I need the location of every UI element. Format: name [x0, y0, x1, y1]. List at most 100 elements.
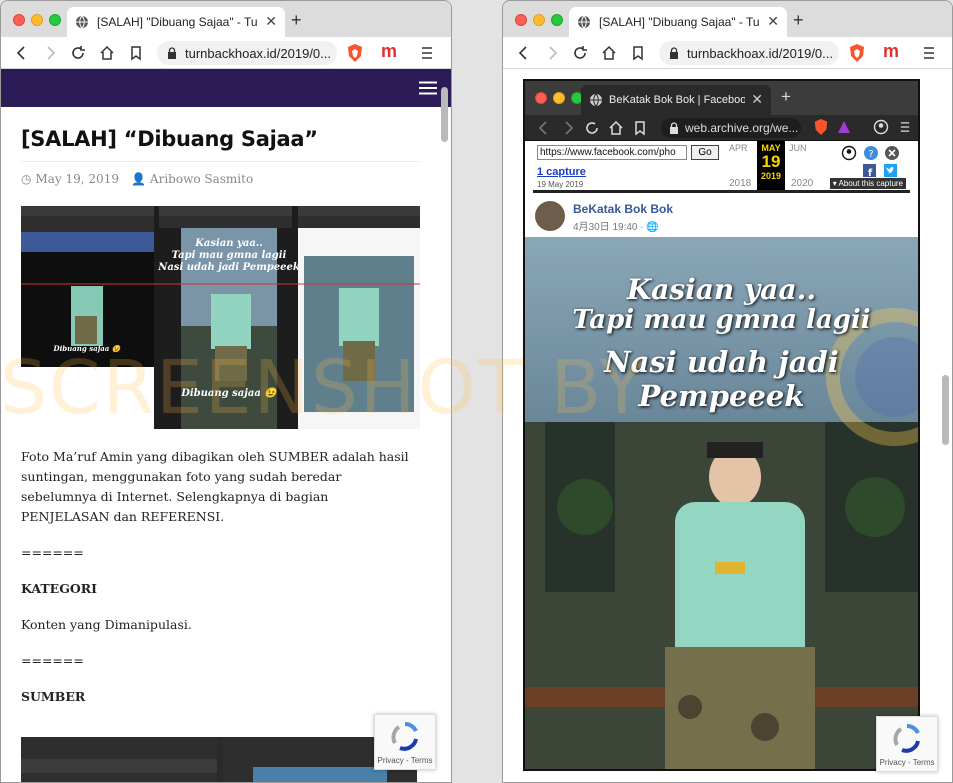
- article-paragraph: Foto Ma’ruf Amin yang dibagikan oleh SUM…: [21, 449, 409, 524]
- facebook-post-date: 4月30日 19:40 · 🌐: [573, 218, 659, 233]
- menu-icon: [900, 122, 910, 132]
- inner-tab-bar: BeKatak Bok Bok | Facebook ✕ +: [525, 81, 918, 115]
- address-bar[interactable]: turnbackhoax.id/2019/0...: [157, 41, 337, 65]
- brave-shield-icon: [814, 119, 828, 135]
- globe-icon: [76, 15, 88, 29]
- recaptcha-icon: [391, 721, 418, 751]
- wayback-captures-link: 1 capture: [537, 166, 586, 178]
- post-date-text: May 19, 2019: [35, 172, 119, 186]
- close-tab-icon[interactable]: ✕: [265, 14, 277, 30]
- back-icon[interactable]: [13, 44, 31, 62]
- inner-address-bar: web.archive.org/we...: [661, 118, 801, 138]
- post-date: ◷ May 19, 2019: [21, 172, 119, 186]
- recaptcha-badge[interactable]: Privacy - Terms: [374, 714, 436, 770]
- article: [SALAH] “Dibuang Sajaa” ◷ May 19, 2019 👤 A…: [1, 127, 438, 707]
- window-controls: [515, 14, 563, 26]
- help-icon: ?: [864, 146, 878, 160]
- reload-icon[interactable]: [571, 44, 589, 62]
- featured-caption-line2: Tapi mau gmna lagii: [172, 250, 287, 261]
- close-icon: [885, 146, 899, 160]
- featured-caption-line1: Kasian yaa..: [194, 238, 263, 249]
- extension-m-icon[interactable]: m: [883, 41, 899, 62]
- source-screenshot-image: [21, 737, 417, 782]
- about-capture-button: ▾ About this capture: [829, 178, 906, 189]
- vertical-scrollbar[interactable]: [942, 375, 949, 445]
- menu-icon[interactable]: [421, 45, 433, 61]
- profile-icon: [873, 119, 889, 135]
- photo-caption-line2: Tapi mau gmna lagii: [572, 305, 871, 335]
- close-tab-icon: ✕: [751, 92, 763, 108]
- address-bar[interactable]: turnbackhoax.id/2019/0...: [659, 41, 839, 65]
- close-window-button[interactable]: [515, 14, 527, 26]
- toolbar: turnbackhoax.id/2019/0... m: [503, 37, 952, 69]
- extension-m-icon[interactable]: m: [381, 41, 397, 62]
- new-tab-button[interactable]: +: [793, 10, 804, 31]
- recaptcha-terms[interactable]: Privacy - Terms: [375, 756, 435, 765]
- wayback-capture-date: 19 May 2019: [537, 180, 584, 189]
- back-icon: [538, 121, 547, 135]
- forward-icon[interactable]: [41, 44, 59, 62]
- maximize-window-button[interactable]: [49, 14, 61, 26]
- svg-text:f: f: [868, 168, 873, 177]
- tab-active[interactable]: [SALAH] "Dibuang Sajaa" - TurnBa ✕: [67, 7, 285, 37]
- wayback-url-input: https://www.facebook.com/pho: [537, 145, 687, 160]
- page-content: BeKatak Bok Bok | Facebook ✕ + web.archi…: [503, 69, 952, 782]
- lock-icon: [168, 47, 176, 59]
- year-next: 2020: [791, 178, 814, 189]
- post-title: [SALAH] “Dibuang Sajaa”: [21, 127, 318, 151]
- recaptcha-terms[interactable]: Privacy - Terms: [877, 758, 937, 767]
- facebook-post-header: BeKatak Bok Bok 4月30日 19:40 · 🌐: [525, 193, 918, 237]
- window-controls: [13, 14, 61, 26]
- bookmark-icon: [635, 121, 645, 136]
- avatar: [535, 201, 565, 231]
- day-current: 19: [761, 152, 781, 171]
- new-tab-button[interactable]: +: [291, 10, 302, 31]
- brave-shield-icon[interactable]: [848, 43, 866, 63]
- photo-caption-line3: Nasi udah jadi Pempeeek: [604, 345, 839, 413]
- embedded-screenshot: BeKatak Bok Bok | Facebook ✕ + web.archi…: [523, 79, 920, 771]
- wayback-go-button: Go: [691, 145, 719, 160]
- user-icon: 👤: [130, 172, 146, 186]
- close-tab-icon[interactable]: ✕: [767, 14, 779, 30]
- vertical-scrollbar[interactable]: [441, 87, 448, 142]
- current-capture-highlight: MAY 19 2019: [757, 141, 785, 190]
- month-prev: APR: [729, 143, 748, 153]
- featured-caption-bottom: Dibuang sajaa 😉: [180, 387, 278, 399]
- category-heading: KATEGORI: [21, 581, 98, 596]
- hamburger-menu-icon[interactable]: [419, 81, 437, 95]
- reload-icon: [586, 122, 598, 134]
- tab-title: [SALAH] "Dibuang Sajaa" - TurnBa: [599, 15, 760, 29]
- close-window-button[interactable]: [13, 14, 25, 26]
- recaptcha-badge[interactable]: Privacy - Terms: [876, 716, 938, 772]
- brave-shield-icon[interactable]: [346, 43, 364, 63]
- featured-image-collage: Kasian yaa.. Tapi mau gmna lagii Nasi ud…: [21, 206, 420, 429]
- reload-icon[interactable]: [69, 44, 87, 62]
- category-value: Konten yang Dimanipulasi.: [21, 617, 192, 632]
- facebook-post-photo: Kasian yaa.. Tapi mau gmna lagii Nasi ud…: [525, 237, 918, 769]
- twitter-share-icon: [884, 164, 897, 177]
- post-author[interactable]: 👤 Aribowo Sasmito: [131, 172, 253, 186]
- inner-tab: BeKatak Bok Bok | Facebook ✕: [581, 85, 771, 115]
- year-prev: 2018: [729, 178, 752, 189]
- minimize-window-button[interactable]: [533, 14, 545, 26]
- featured-image: Kasian yaa.. Tapi mau gmna lagii Nasi ud…: [21, 206, 420, 429]
- bookmark-icon[interactable]: [127, 44, 145, 62]
- lock-icon: [670, 47, 678, 59]
- inner-window-controls: [535, 92, 583, 104]
- tab-active[interactable]: [SALAH] "Dibuang Sajaa" - TurnBa ✕: [569, 7, 787, 37]
- inner-close-dot: [535, 92, 547, 104]
- maximize-window-button[interactable]: [551, 14, 563, 26]
- source-screenshot-graphic: [21, 737, 417, 782]
- new-tab-icon: +: [781, 87, 791, 106]
- clock-icon: ◷: [21, 172, 32, 186]
- forward-icon[interactable]: [543, 44, 561, 62]
- rewards-triangle-icon: [838, 121, 850, 133]
- tab-title: [SALAH] "Dibuang Sajaa" - TurnBa: [97, 15, 258, 29]
- bookmark-icon[interactable]: [629, 44, 647, 62]
- back-icon[interactable]: [515, 44, 533, 62]
- home-icon[interactable]: [98, 44, 116, 62]
- featured-caption-left: Dibuang sajaa 😉: [53, 344, 122, 353]
- menu-icon[interactable]: [923, 45, 935, 61]
- minimize-window-button[interactable]: [31, 14, 43, 26]
- home-icon[interactable]: [600, 44, 618, 62]
